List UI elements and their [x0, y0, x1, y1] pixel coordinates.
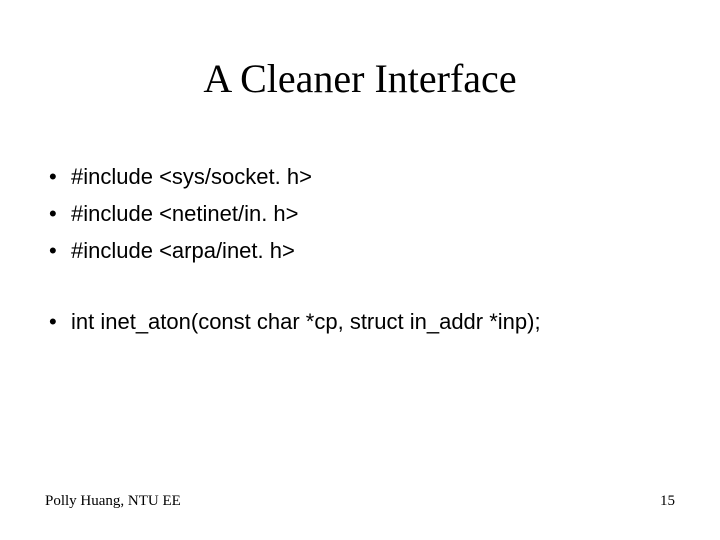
bullet-text: #include <netinet/in. h>	[71, 201, 299, 226]
slide-title: A Cleaner Interface	[0, 55, 720, 102]
spacer	[45, 271, 675, 305]
footer-page-number: 15	[660, 493, 675, 510]
bullet-list-2: int inet_aton(const char *cp, struct in_…	[45, 305, 675, 338]
bullet-text: #include <arpa/inet. h>	[71, 238, 295, 263]
list-item: #include <arpa/inet. h>	[45, 234, 675, 267]
slide: A Cleaner Interface #include <sys/socket…	[0, 0, 720, 540]
bullet-text: int inet_aton(const char *cp, struct in_…	[71, 309, 541, 334]
bullet-list-1: #include <sys/socket. h> #include <netin…	[45, 160, 675, 267]
footer-author: Polly Huang, NTU EE	[45, 493, 181, 510]
slide-body: #include <sys/socket. h> #include <netin…	[45, 160, 675, 342]
bullet-text: #include <sys/socket. h>	[71, 164, 312, 189]
list-item: #include <netinet/in. h>	[45, 197, 675, 230]
list-item: #include <sys/socket. h>	[45, 160, 675, 193]
list-item: int inet_aton(const char *cp, struct in_…	[45, 305, 675, 338]
